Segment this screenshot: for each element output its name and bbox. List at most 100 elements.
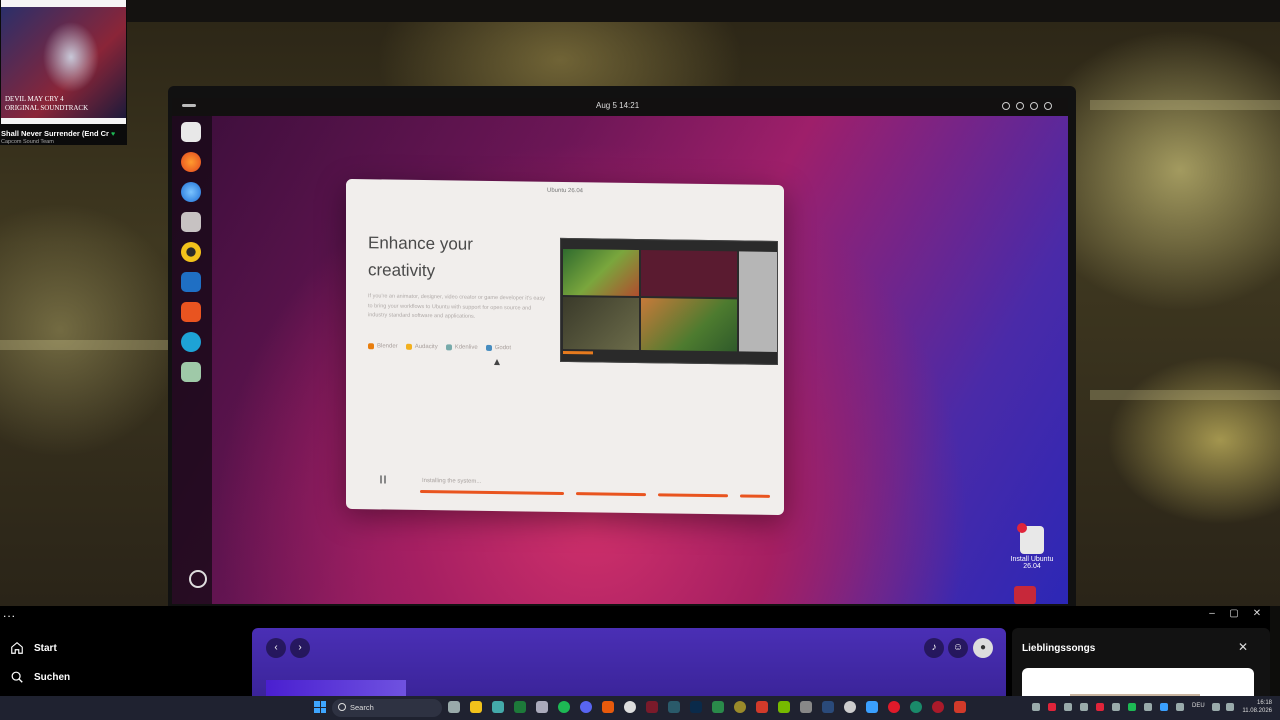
liked-icon[interactable]: ♥: [111, 131, 115, 138]
excel-icon[interactable]: [514, 701, 526, 713]
power-icon: [1044, 102, 1052, 110]
writer-icon[interactable]: [181, 272, 201, 292]
tray-icon[interactable]: [1176, 703, 1184, 711]
tray-icon[interactable]: [1144, 703, 1152, 711]
kdenlive-icon: [445, 344, 452, 351]
search-icon: [11, 671, 23, 683]
album-title-line: ORIGINAL SOUNDTRACK: [5, 104, 89, 112]
screenshot-panel: [739, 251, 777, 352]
playlist-cover-card[interactable]: [1022, 668, 1254, 696]
ubuntu-clock[interactable]: Aug 5 14:21: [596, 101, 639, 110]
installer-app-icon[interactable]: [181, 122, 201, 142]
avatar[interactable]: ●: [973, 638, 993, 658]
volume-icon[interactable]: [1226, 703, 1234, 711]
tray-icon[interactable]: [1080, 703, 1088, 711]
tray-icon[interactable]: [1048, 703, 1056, 711]
discord-icon[interactable]: [580, 701, 592, 713]
trash-icon[interactable]: [181, 362, 201, 382]
tray-icon[interactable]: [1064, 703, 1072, 711]
desktop-icon-label: Install Ubuntu 26.04: [1010, 556, 1054, 570]
tray-icon[interactable]: [1128, 703, 1136, 711]
nvidia-icon[interactable]: [778, 701, 790, 713]
app-icon[interactable]: [734, 701, 746, 713]
input-language[interactable]: DEU: [1192, 703, 1205, 709]
app-icon[interactable]: [492, 701, 504, 713]
app-kdenlive: Kdenlive: [445, 344, 478, 351]
installer-description: If you're an animator, designer, video c…: [368, 293, 545, 320]
spotify-menu-button[interactable]: ...: [3, 606, 16, 620]
app-center-icon[interactable]: [181, 302, 201, 322]
thunderbird-icon[interactable]: [181, 182, 201, 202]
taskbar-search-label: Search: [350, 703, 374, 712]
app-icon[interactable]: [668, 701, 680, 713]
opera-icon[interactable]: [888, 701, 900, 713]
firefox-icon[interactable]: [181, 152, 201, 172]
installer-headline: Enhance your creativity: [368, 229, 528, 285]
pause-slideshow-button[interactable]: [380, 475, 386, 484]
files-icon[interactable]: [181, 212, 201, 232]
settings-icon[interactable]: [448, 701, 460, 713]
app-blender: Blender: [368, 343, 398, 350]
back-button[interactable]: ‹: [266, 638, 286, 658]
screenshot-timeline: [563, 350, 593, 355]
app-icon[interactable]: [712, 701, 724, 713]
close-icon[interactable]: ✕: [1238, 640, 1248, 654]
spotify-sidebar: Start Suchen: [0, 628, 248, 696]
network-icon[interactable]: [1212, 703, 1220, 711]
show-apps-icon[interactable]: [189, 570, 207, 588]
tray-icon[interactable]: [1112, 703, 1120, 711]
app-icon[interactable]: [536, 701, 548, 713]
mouse-cursor: [494, 359, 500, 366]
app-icon[interactable]: [800, 701, 812, 713]
ubuntu-top-bar: Aug 5 14:21: [172, 98, 1068, 116]
headline-line-2: creativity: [368, 260, 436, 281]
album-title: DEVIL MAY CRY 4 ORIGINAL SOUNDTRACK: [5, 95, 88, 113]
windows-start-icon[interactable]: [314, 701, 326, 713]
steam-icon[interactable]: [822, 701, 834, 713]
nav-search[interactable]: Suchen: [10, 670, 70, 684]
app-icon[interactable]: [932, 701, 944, 713]
close-window-button[interactable]: ✕: [1247, 608, 1267, 619]
nav-home-label: Start: [34, 642, 57, 654]
ubuntu-system-tray[interactable]: [1002, 102, 1052, 110]
photoshop-icon[interactable]: [690, 701, 702, 713]
app-icon[interactable]: [866, 701, 878, 713]
app-icon[interactable]: [844, 701, 856, 713]
friends-icon[interactable]: ☺: [948, 638, 968, 658]
tray-icon[interactable]: [1096, 703, 1104, 711]
brave-icon[interactable]: [954, 701, 966, 713]
volume-icon: [1030, 102, 1038, 110]
app-godot: Godot: [485, 344, 512, 352]
hero-banner: [266, 680, 406, 696]
album-border: [1, 0, 126, 7]
activities-indicator[interactable]: [182, 104, 196, 107]
headline-line-1: Enhance your: [368, 233, 473, 254]
album-cover: DEVIL MAY CRY 4 ORIGINAL SOUNDTRACK: [1, 7, 126, 120]
clock-time: 16:18: [1256, 700, 1272, 706]
nav-home[interactable]: Start: [10, 641, 57, 655]
forward-button[interactable]: ›: [290, 638, 310, 658]
install-ubuntu-desktop-icon[interactable]: Install Ubuntu 26.04: [1002, 523, 1062, 570]
tray-icon[interactable]: [1160, 703, 1168, 711]
progress-segment: [420, 489, 564, 495]
spotify-icon[interactable]: [558, 701, 570, 713]
screenshot-panel: [563, 296, 639, 351]
file-explorer-icon[interactable]: [470, 701, 482, 713]
help-icon[interactable]: [181, 332, 201, 352]
rhythmbox-icon[interactable]: [181, 242, 201, 262]
app-icon[interactable]: [910, 701, 922, 713]
vlc-icon[interactable]: [602, 701, 614, 713]
media-player-icon[interactable]: [624, 701, 636, 713]
app-label: Godot: [494, 345, 512, 352]
brave-icon[interactable]: [756, 701, 768, 713]
shelf: [0, 340, 168, 350]
home-folder-icon[interactable]: [1014, 586, 1036, 604]
taskbar-search[interactable]: Search: [332, 699, 442, 717]
minimize-button[interactable]: –: [1202, 608, 1222, 619]
maximize-button[interactable]: ▢: [1224, 608, 1244, 619]
bell-icon[interactable]: ♪: [924, 638, 944, 658]
app-icon[interactable]: [646, 701, 658, 713]
taskbar-clock[interactable]: 16:18 11.08.2026: [1240, 699, 1272, 715]
ubuntu-dock: [172, 116, 212, 604]
tray-icon[interactable]: [1032, 703, 1040, 711]
